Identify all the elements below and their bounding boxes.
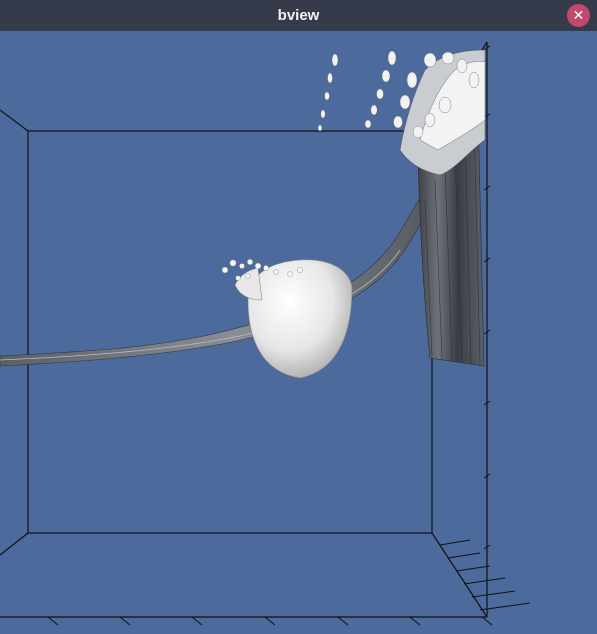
depth-axis-ticks — [439, 539, 531, 611]
window-title: bview — [277, 7, 320, 24]
droplet — [221, 259, 353, 379]
box-edge-top-left — [0, 109, 29, 132]
close-button[interactable]: ✕ — [567, 4, 590, 27]
3d-viewport[interactable] — [0, 31, 597, 634]
scene-canvas[interactable] — [0, 31, 597, 634]
close-icon: ✕ — [572, 7, 585, 24]
box-edge-bottom-left — [0, 532, 29, 556]
bottom-axis-ticks — [47, 616, 493, 626]
bview-window: bview ✕ — [0, 0, 597, 634]
title-bar[interactable]: bview ✕ — [0, 0, 597, 31]
liquid-sheet — [0, 127, 471, 367]
box-edge-bottom-right — [431, 532, 488, 618]
spray-plume — [317, 49, 486, 176]
